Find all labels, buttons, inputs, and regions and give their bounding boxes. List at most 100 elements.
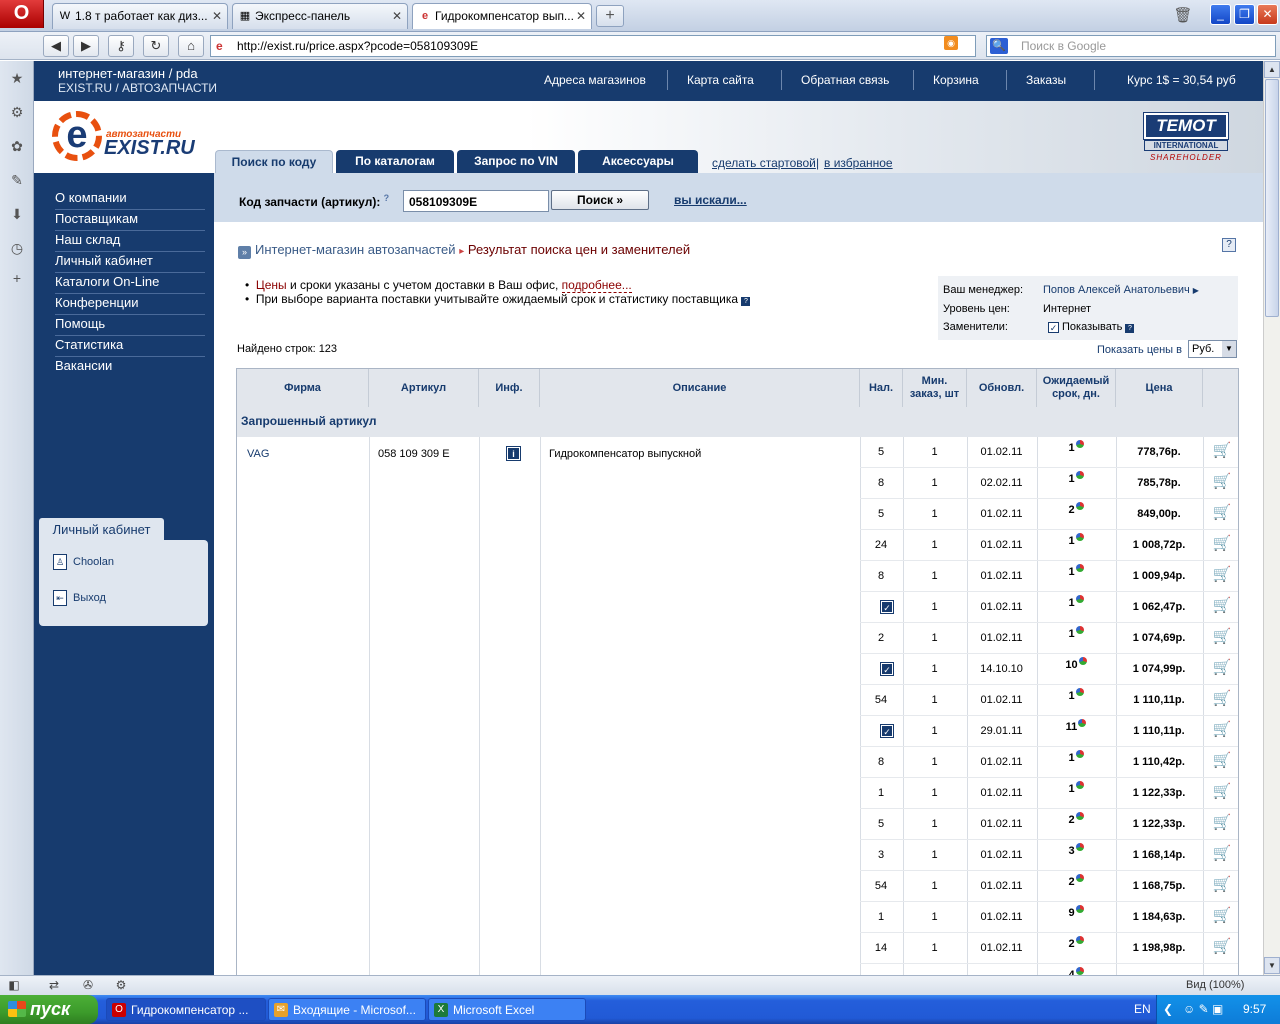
close-icon[interactable]: ✕ (392, 4, 402, 28)
supplier-stats-pie-icon[interactable] (1075, 843, 1084, 851)
info-icon[interactable]: i (506, 446, 521, 461)
widgets-icon[interactable]: ⚙ (8, 103, 26, 121)
task-outlook[interactable]: ✉ Входящие - Microsof... (268, 998, 426, 1021)
add-to-cart-icon[interactable]: 🛒 (1212, 691, 1232, 707)
col-delivery-days[interactable]: Ожидаемый срок, дн. (1037, 369, 1116, 407)
offer-delivery-days[interactable]: 9 (1037, 905, 1115, 919)
back-button[interactable]: ◀ (43, 35, 69, 57)
offer-delivery-days[interactable]: 3 (1037, 843, 1115, 857)
offer-delivery-days[interactable]: 1 (1037, 595, 1115, 609)
cabinet-logout[interactable]: ⇤ Выход (53, 590, 106, 606)
top-link-orders[interactable]: Заказы (1026, 73, 1066, 87)
offer-delivery-days[interactable]: 1 (1037, 533, 1115, 547)
tray-app-icons[interactable]: ☺ ✎ ▣ (1183, 995, 1223, 1023)
search-button[interactable]: Поиск » (551, 190, 649, 210)
nav-statistics[interactable]: Статистика (55, 336, 205, 357)
vertical-scrollbar[interactable]: ▲ ▼ (1263, 61, 1280, 975)
supplier-stats-pie-icon[interactable] (1075, 905, 1084, 913)
panel-toggle-icon[interactable]: ◧ (6, 978, 22, 993)
supplier-stats-pie-icon[interactable] (1075, 595, 1084, 603)
nav-catalogs-online[interactable]: Каталоги On-Line (55, 273, 205, 294)
add-to-cart-icon[interactable]: 🛒 (1212, 629, 1232, 645)
nav-suppliers[interactable]: Поставщикам (55, 210, 205, 231)
top-link-cart[interactable]: Корзина (933, 73, 979, 87)
add-to-cart-icon[interactable]: 🛒 (1212, 908, 1232, 924)
close-icon[interactable]: ✕ (212, 4, 222, 28)
supplier-stats-pie-icon[interactable] (1075, 688, 1084, 696)
minimize-button[interactable]: _ (1210, 4, 1231, 25)
task-opera[interactable]: O Гидрокомпенсатор ... (106, 998, 266, 1021)
offer-delivery-days[interactable]: 1 (1037, 626, 1115, 640)
nav-help[interactable]: Помощь (55, 315, 205, 336)
top-link-sitemap[interactable]: Карта сайта (687, 73, 754, 87)
nav-account[interactable]: Личный кабинет (55, 252, 205, 273)
tab-2[interactable]: ▦ Экспресс-панель ✕ (232, 3, 408, 29)
nav-warehouse[interactable]: Наш склад (55, 231, 205, 252)
make-homepage-link[interactable]: сделать стартовой (712, 156, 816, 170)
tab-search-by-code[interactable]: Поиск по коду (215, 150, 333, 173)
offer-delivery-days[interactable]: 2 (1037, 502, 1115, 516)
tab-1[interactable]: W 1.8 т работает как диз... ✕ (52, 3, 228, 29)
google-search-input[interactable]: 🔍 Поиск в Google (986, 35, 1276, 57)
add-to-cart-icon[interactable]: 🛒 (1212, 939, 1232, 955)
task-excel[interactable]: X Microsoft Excel (428, 998, 586, 1021)
supplier-stats-pie-icon[interactable] (1075, 967, 1084, 975)
help-icon[interactable]: ? (741, 297, 751, 306)
add-to-cart-icon[interactable]: 🛒 (1212, 567, 1232, 583)
add-to-cart-icon[interactable]: 🛒 (1212, 536, 1232, 552)
offer-delivery-days[interactable]: 2 (1037, 936, 1115, 950)
unite-icon[interactable]: ✿ (8, 137, 26, 155)
supplier-stats-pie-icon[interactable] (1075, 812, 1084, 820)
zoom-level[interactable]: Вид (100%) (1186, 979, 1244, 991)
start-button[interactable]: пуск (0, 995, 98, 1024)
add-to-cart-icon[interactable]: 🛒 (1212, 660, 1232, 676)
maximize-button[interactable]: ❐ (1234, 4, 1255, 25)
help-icon[interactable]: ? (1222, 238, 1236, 252)
notes-icon[interactable]: ✎ (8, 171, 26, 189)
search-history-link[interactable]: вы искали... (674, 193, 747, 207)
home-button[interactable]: ⌂ (178, 35, 204, 57)
forward-button[interactable]: ▶ (73, 35, 99, 57)
supplier-stats-pie-icon[interactable] (1075, 750, 1084, 758)
tab-catalogs[interactable]: По каталогам (336, 150, 454, 173)
tray-arrow-icon[interactable]: ❮ (1163, 995, 1173, 1023)
offer-delivery-days[interactable]: 1 (1037, 564, 1115, 578)
site-logo[interactable]: e автозапчасти EXIST.RU (52, 109, 202, 169)
history-icon[interactable]: ◷ (8, 239, 26, 257)
scroll-thumb[interactable] (1265, 79, 1279, 317)
supplier-stats-pie-icon[interactable] (1078, 657, 1087, 665)
col-article[interactable]: Артикул (369, 369, 479, 407)
offer-delivery-days[interactable]: 2 (1037, 874, 1115, 888)
turbo-icon[interactable]: ✇ (80, 978, 96, 993)
col-firm[interactable]: Фирма (237, 369, 369, 407)
offer-delivery-days[interactable]: 2 (1037, 812, 1115, 826)
supplier-stats-pie-icon[interactable] (1075, 502, 1084, 510)
add-to-cart-icon[interactable]: 🛒 (1212, 505, 1232, 521)
supplier-stats-pie-icon[interactable] (1075, 440, 1084, 448)
nav-about[interactable]: О компании (55, 189, 205, 210)
add-to-cart-icon[interactable]: 🛒 (1212, 753, 1232, 769)
supplier-stats-pie-icon[interactable] (1075, 874, 1084, 882)
offer-delivery-days[interactable]: 1 (1037, 440, 1115, 454)
rss-icon[interactable]: ◉ (944, 36, 958, 50)
close-icon[interactable]: ✕ (576, 4, 586, 28)
settings-icon[interactable]: ⚙ (113, 978, 129, 993)
col-stock[interactable]: Нал. (860, 369, 903, 407)
supplier-stats-pie-icon[interactable] (1075, 781, 1084, 789)
new-tab-button[interactable]: + (596, 5, 624, 27)
col-updated[interactable]: Обновл. (967, 369, 1037, 407)
supplier-stats-pie-icon[interactable] (1075, 936, 1084, 944)
wand-icon[interactable]: ⚷ (108, 35, 134, 57)
bookmarks-icon[interactable]: ★ (8, 69, 26, 87)
top-link-feedback[interactable]: Обратная связь (801, 73, 889, 87)
url-field[interactable]: e http://exist.ru/price.aspx?pcode=05810… (210, 35, 976, 57)
cabinet-user[interactable]: ♙ Choolan (53, 554, 114, 570)
close-window-button[interactable]: ✕ (1257, 4, 1278, 25)
offer-delivery-days[interactable]: 1 (1037, 471, 1115, 485)
offer-delivery-days[interactable]: 11 (1037, 719, 1115, 733)
tab-3-active[interactable]: e Гидрокомпенсатор вып... ✕ (412, 3, 592, 29)
add-to-cart-icon[interactable]: 🛒 (1212, 784, 1232, 800)
tab-accessories[interactable]: Аксессуары (578, 150, 698, 173)
tab-vin-request[interactable]: Запрос по VIN (457, 150, 575, 173)
manager-link[interactable]: Попов Алексей Анатольевич ▶ (1043, 284, 1199, 296)
